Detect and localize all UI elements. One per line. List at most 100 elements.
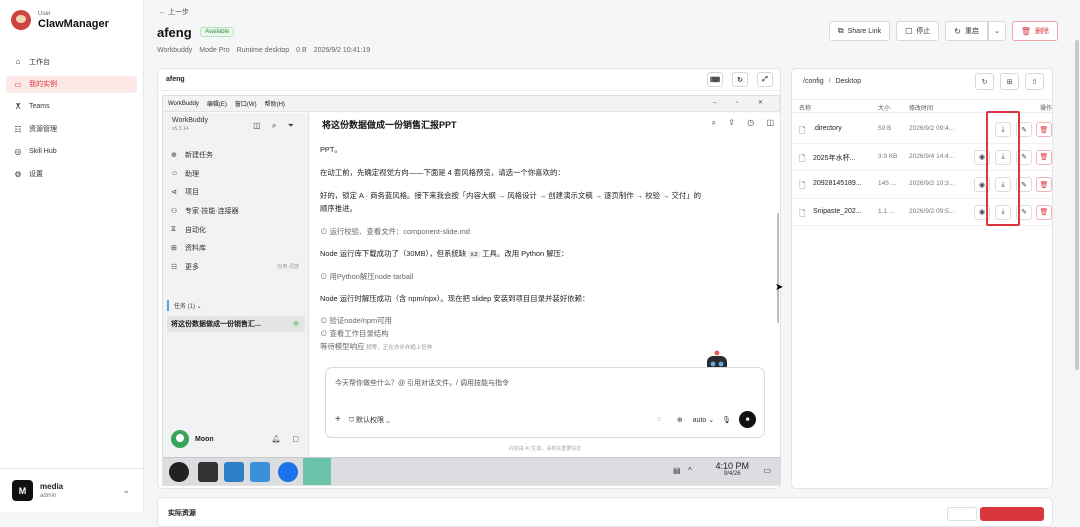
workbuddy-menu-item[interactable]: ⊲ 项目 bbox=[171, 183, 299, 202]
panel-icon[interactable]: ◫ bbox=[766, 118, 774, 127]
sidebar-item-5[interactable]: ⚙ 设置 bbox=[6, 166, 137, 183]
tool-step-label: 运行校验、查看文件：component-slide.md bbox=[329, 227, 470, 236]
workbuddy-menu-item[interactable]: ⊞ 资料库 bbox=[171, 239, 299, 258]
message-icon[interactable]: ▢ bbox=[292, 436, 299, 443]
chat-input[interactable]: 今天帮你做些什么？@ 引用对话文件，/ 调用技能与指令 + ⛉ 默认权限 ⌄ ◌… bbox=[325, 367, 765, 438]
avatar[interactable] bbox=[171, 430, 189, 448]
desktop-panel: afeng ⌨ ↻ ⤢ WorkBuddy 编辑(E) 窗口(W) 帮助(H) … bbox=[157, 68, 781, 489]
page-scrollbar[interactable] bbox=[1075, 40, 1079, 370]
share-link-button[interactable]: ⧉ Share Link bbox=[828, 21, 891, 41]
workbuddy-menu-item[interactable]: ⚇ 专家·技能·连接器 bbox=[171, 202, 299, 221]
new-folder-icon[interactable]: ⊞ bbox=[1000, 73, 1019, 90]
tool-step[interactable]: ⊙ 验证node/npm可用 bbox=[320, 314, 752, 327]
desktop-icon[interactable]: ▭ bbox=[763, 466, 771, 475]
file-icon: 🗋︎ bbox=[799, 181, 806, 190]
menu-edit[interactable]: 编辑(E) bbox=[207, 99, 227, 108]
chrome-app-icon[interactable] bbox=[278, 462, 298, 482]
sidebar-item-0[interactable]: ⌂ 工作台 bbox=[6, 53, 137, 70]
workbuddy-menu-item[interactable]: ⧖ 自动化 bbox=[171, 220, 299, 239]
refresh-icon[interactable]: ↻ bbox=[732, 72, 748, 87]
menu-label: 专家·技能·连接器 bbox=[185, 208, 239, 216]
clipboard-icon[interactable]: ▤ bbox=[673, 466, 681, 475]
breadcrumb-root[interactable]: /config bbox=[803, 78, 824, 85]
share-icon[interactable]: ⇪ bbox=[728, 118, 735, 127]
sidebar-item-3[interactable]: ☷ 资源管理 bbox=[6, 121, 137, 138]
folder-app-icon[interactable] bbox=[250, 462, 270, 482]
delete-button[interactable]: 🗑 删除 bbox=[1011, 21, 1058, 41]
sidebar-item-2[interactable]: ⵅ Teams bbox=[6, 98, 137, 115]
tool-step[interactable]: ⊙ 运行校验、查看文件：component-slide.md bbox=[320, 225, 752, 238]
terminal-app-icon[interactable] bbox=[198, 462, 218, 482]
file-time: 2026/9/2 09:5... bbox=[909, 207, 955, 215]
tasks-header[interactable]: 任务 (1) ⌄ bbox=[167, 300, 305, 311]
close-icon[interactable]: ✕ bbox=[758, 100, 763, 106]
menu-help[interactable]: 帮助(H) bbox=[265, 99, 285, 108]
message-text: Node 运行库下载成功了（30MB），但系统缺 bbox=[320, 249, 467, 258]
stop-generation-button[interactable]: ■ bbox=[739, 411, 756, 428]
panel-icon[interactable]: ◫ bbox=[253, 121, 261, 130]
sidebar-item-1[interactable]: ▭ 我的实例 bbox=[6, 75, 137, 93]
plus-icon[interactable]: + bbox=[335, 414, 341, 425]
primary-button[interactable] bbox=[980, 507, 1044, 521]
monitor-icon: ▭ bbox=[14, 79, 22, 89]
fullscreen-icon[interactable]: ⤢ bbox=[757, 72, 773, 87]
file-size: 50 B bbox=[878, 125, 892, 132]
user-name: media bbox=[40, 482, 64, 491]
clock[interactable]: 4:10 PM 9/4/26 bbox=[715, 461, 749, 477]
scrollbar[interactable] bbox=[777, 213, 779, 323]
sidebar-item-label: Skill Hub bbox=[29, 148, 57, 155]
shield-icon: ⛉ bbox=[348, 416, 357, 424]
workbuddy-app-icon[interactable] bbox=[303, 458, 331, 485]
sliders-icon: ☷ bbox=[14, 124, 22, 134]
trash-icon: 🗑 bbox=[1020, 26, 1031, 36]
task-item[interactable]: 将这份数据做成一份销售汇... ✲ bbox=[167, 316, 305, 332]
sidebar-item-label: 我的实例 bbox=[29, 81, 57, 88]
remote-desktop[interactable]: WorkBuddy 编辑(E) 窗口(W) 帮助(H) – ▫ ✕ WorkBu… bbox=[162, 95, 781, 486]
trash-icon[interactable]: 🗑 bbox=[1036, 149, 1052, 165]
users-icon: ⵅ bbox=[15, 102, 21, 111]
trash-icon[interactable]: 🗑 bbox=[1036, 122, 1052, 137]
filter-icon[interactable]: ⏷ bbox=[288, 121, 294, 130]
trash-icon[interactable]: 🗑 bbox=[1036, 177, 1052, 192]
keyboard-icon[interactable]: ⌨ bbox=[707, 72, 723, 87]
refresh-icon[interactable]: ↻ bbox=[975, 73, 994, 90]
bell-icon[interactable]: 🔔︎ bbox=[272, 436, 281, 443]
search-icon[interactable]: ⌕ bbox=[272, 121, 276, 130]
upload-icon[interactable]: ⇧ bbox=[1025, 73, 1044, 90]
breadcrumb-current[interactable]: Desktop bbox=[835, 78, 861, 85]
share-icon: ⧉ bbox=[837, 26, 844, 35]
delete-label: 删除 bbox=[1035, 28, 1049, 35]
tool-step[interactable]: ⊙ 查看工作目录结构 bbox=[320, 327, 752, 340]
search-icon[interactable]: ⌕ bbox=[712, 118, 716, 127]
sidebar-item-4[interactable]: ◎ Skill Hub bbox=[6, 143, 137, 160]
menu-window[interactable]: 窗口(W) bbox=[235, 99, 257, 108]
workbuddy-menu-item[interactable]: ☷ 更多 应用·灵感 bbox=[171, 258, 299, 277]
back-link[interactable]: ← 上一步 bbox=[159, 7, 189, 17]
app-version: v5.3.14 bbox=[172, 126, 189, 132]
start-menu-icon[interactable] bbox=[169, 462, 189, 482]
secondary-button[interactable] bbox=[947, 507, 977, 521]
brand[interactable]: User ClawManager bbox=[11, 10, 109, 30]
workbuddy-menu-item[interactable]: ⊕ 新建任务 bbox=[171, 146, 299, 165]
resource-panel: 实际资源 bbox=[157, 497, 1053, 527]
store-app-icon[interactable] bbox=[224, 462, 244, 482]
minimize-icon[interactable]: – bbox=[713, 100, 716, 106]
menu-app[interactable]: WorkBuddy bbox=[168, 101, 199, 107]
resource-title: 实际资源 bbox=[168, 510, 196, 517]
user-menu[interactable]: M media admin ⌄ bbox=[0, 468, 144, 512]
chevron-down-icon: ⌄ bbox=[993, 28, 1000, 35]
clock-date: 9/4/26 bbox=[723, 471, 741, 477]
meta-item: Runtime desktop bbox=[236, 47, 290, 54]
tool-step[interactable]: ⊙ 用Python解压node tarball bbox=[320, 270, 752, 283]
chevron-up-icon[interactable]: ^ bbox=[688, 466, 692, 475]
workbuddy-menu-item[interactable]: ☺ 助理 bbox=[171, 165, 299, 184]
model-select[interactable]: ⊕ auto ⌄ bbox=[669, 416, 714, 424]
permission-select[interactable]: ⛉ 默认权限 ⌄ bbox=[349, 415, 390, 425]
maximize-icon[interactable]: ▫ bbox=[736, 100, 738, 106]
trash-icon[interactable]: 🗑 bbox=[1036, 204, 1052, 220]
stop-button[interactable]: ☐ 停止 bbox=[896, 21, 940, 41]
restart-dropdown[interactable]: ⌄ bbox=[987, 21, 1006, 41]
history-icon[interactable]: ◷ bbox=[747, 118, 754, 127]
microphone-icon[interactable]: 🎙︎ bbox=[722, 416, 731, 424]
restart-button[interactable]: ↻ 重启 bbox=[945, 21, 988, 41]
